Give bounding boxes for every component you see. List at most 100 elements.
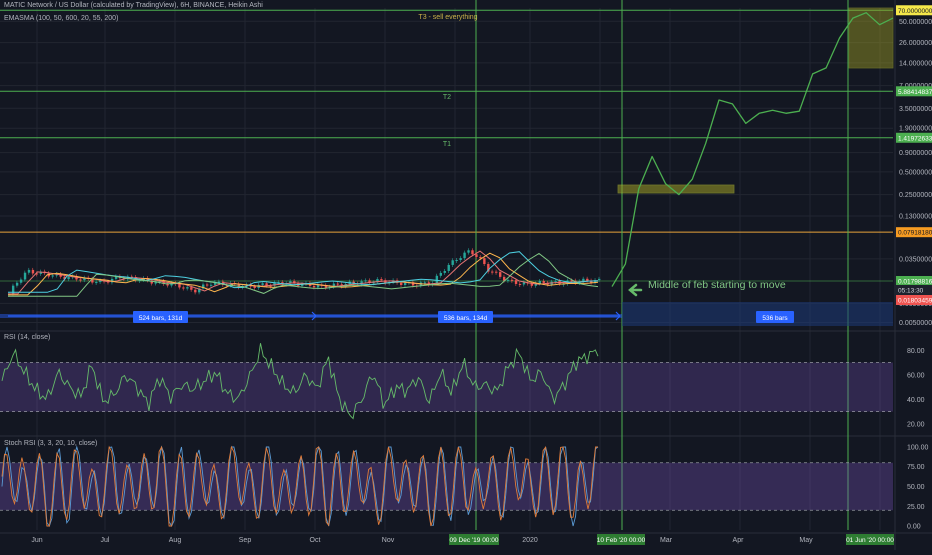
candle <box>582 278 585 282</box>
candle <box>475 254 478 257</box>
symbol-title: MATIC Network / US Dollar (calculated by… <box>4 2 263 9</box>
candle <box>455 260 458 262</box>
candle <box>194 289 197 293</box>
candle <box>403 282 407 286</box>
price-tick-label: 3.5000000 <box>899 106 932 113</box>
price-tick-label: 1.9000000 <box>899 126 932 133</box>
price-tick-label: 0.1300000 <box>899 213 932 220</box>
candle <box>467 250 470 253</box>
candle <box>463 252 466 259</box>
candle <box>459 258 462 261</box>
price-label: 5.88414837 <box>898 89 932 96</box>
candle <box>471 250 474 255</box>
candle <box>554 280 557 282</box>
price-tick-label: 50.0000000 <box>899 19 932 26</box>
candle <box>190 287 193 290</box>
candle <box>451 260 454 265</box>
time-tick-label: Apr <box>733 537 745 544</box>
candle <box>186 287 189 289</box>
rsi-tick-label: 40.00 <box>907 397 925 404</box>
label-t3: T3 - sell everything <box>418 14 477 21</box>
chart-canvas[interactable]: 50.000000026.000000014.00000007.00000003… <box>0 0 932 550</box>
time-tick-label: Sep <box>239 537 252 544</box>
stoch-tick-label: 50.00 <box>907 484 925 491</box>
annotation-move-note: Middle of feb starting to move <box>648 279 786 291</box>
time-highlight-label: 09 Dec '19 00:00 <box>450 537 499 544</box>
candle <box>95 282 98 284</box>
price-label: 05:13:30 <box>898 288 924 295</box>
candle <box>364 280 367 282</box>
price-tick-label: 0.5000000 <box>899 169 932 176</box>
candle <box>491 271 494 273</box>
stoch-tick-label: 25.00 <box>907 504 925 511</box>
price-tick-label: 0.2500000 <box>899 192 932 199</box>
label-t1: T1 <box>443 141 451 148</box>
candle <box>336 283 340 285</box>
candle <box>27 269 31 273</box>
time-tick-label: 2020 <box>522 537 538 544</box>
time-tick-label: Aug <box>169 537 182 544</box>
range-label-3: 536 bars <box>762 315 788 322</box>
price-label: 0.07918180 <box>898 230 932 237</box>
stoch-pane-title: Stoch RSI (3, 3, 20, 10, close) <box>4 440 98 447</box>
candle <box>205 284 209 286</box>
price-label: 0.01798816 <box>898 279 932 286</box>
price-tick-label: 26.0000000 <box>899 40 932 47</box>
candle <box>510 279 514 281</box>
time-tick-label: Mar <box>660 537 673 544</box>
candle <box>79 279 82 281</box>
candle <box>439 272 443 276</box>
label-t2: T2 <box>443 94 451 101</box>
candle <box>380 279 383 281</box>
stoch-tick-label: 75.00 <box>907 464 925 471</box>
candle <box>261 283 264 285</box>
candle <box>443 270 446 273</box>
time-highlight-label: 01 Jun '20 00:00 <box>846 537 894 544</box>
time-tick-label: Nov <box>382 537 395 544</box>
price-tick-label: 0.0050000 <box>899 320 932 327</box>
chart-stage: 50.000000026.000000014.00000007.00000003… <box>0 0 932 550</box>
range-label-2: 536 bars, 134d <box>444 315 488 322</box>
candle <box>495 271 498 273</box>
price-label: 1.41972633 <box>898 135 932 142</box>
candle <box>499 272 502 277</box>
stoch-tick-label: 100.00 <box>907 444 929 451</box>
price-tick-label: 14.0000000 <box>899 60 932 67</box>
time-highlight-label: 10 Feb '20 00:00 <box>597 537 646 544</box>
candle <box>586 278 589 281</box>
time-tick-label: Jul <box>101 537 110 544</box>
price-label: 70.00000000 <box>898 8 932 15</box>
time-tick-label: Jun <box>31 537 42 544</box>
candle <box>51 275 54 277</box>
candle <box>518 283 522 285</box>
candle <box>435 275 439 284</box>
price-tick-label: 0.0350000 <box>899 256 932 263</box>
candle <box>542 281 545 283</box>
rsi-tick-label: 60.00 <box>907 372 925 379</box>
price-tick-label: 0.9000000 <box>899 150 932 157</box>
candle <box>522 282 526 285</box>
candle <box>598 278 601 281</box>
candle <box>479 256 482 259</box>
rsi-tick-label: 80.00 <box>907 348 925 355</box>
rsi-tick-label: 20.00 <box>907 421 925 428</box>
candle <box>514 280 518 284</box>
candle <box>483 258 486 265</box>
candle <box>31 269 35 274</box>
rsi-pane-title: RSI (14, close) <box>4 334 51 341</box>
price-label: 0.01803459 <box>898 298 932 305</box>
candle <box>423 282 427 284</box>
candle <box>447 264 450 271</box>
candle <box>400 282 403 286</box>
indicator-title: EMASMA (100, 50, 600, 20, 55, 200) <box>4 15 119 22</box>
candle <box>23 272 27 280</box>
candle <box>312 285 316 288</box>
range-label-1: 524 bars, 131d <box>139 315 183 322</box>
candle <box>209 284 213 286</box>
candle <box>182 287 185 289</box>
rsi-band <box>0 362 893 412</box>
candle <box>506 279 510 281</box>
candle <box>19 279 23 283</box>
candle <box>253 286 256 288</box>
candle <box>67 276 70 280</box>
